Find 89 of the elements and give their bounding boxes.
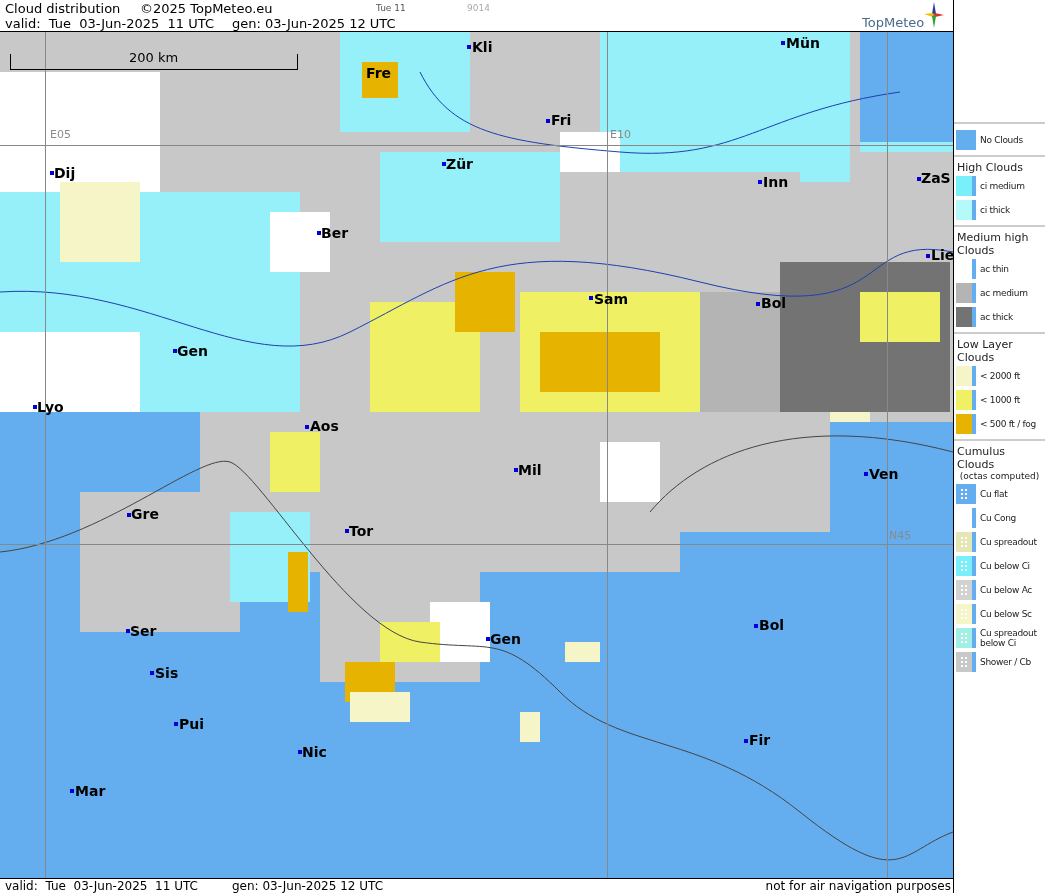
city-label: Lyo bbox=[37, 400, 64, 414]
logo-text: TopMeteo bbox=[862, 15, 925, 30]
map-title: Cloud distribution bbox=[5, 1, 121, 16]
city-marker bbox=[345, 529, 349, 533]
grid-label: N45 bbox=[889, 530, 912, 542]
legend-label: ac thick bbox=[980, 312, 1013, 322]
city-marker bbox=[486, 637, 490, 641]
city-label: Gre bbox=[131, 507, 159, 521]
city-marker bbox=[174, 722, 178, 726]
city-marker bbox=[33, 405, 37, 409]
city-label: Fri bbox=[551, 113, 572, 127]
city-marker bbox=[305, 425, 309, 429]
city-label: Dij bbox=[54, 166, 76, 180]
legend-label: Cu Cong bbox=[980, 513, 1016, 523]
legend-label: ac thin bbox=[980, 264, 1009, 274]
city-label: Zür bbox=[446, 157, 474, 171]
city-label: Bol bbox=[759, 618, 785, 632]
city-label: Gen bbox=[490, 632, 521, 646]
legend-label: No Clouds bbox=[980, 135, 1023, 145]
city-label: Inn bbox=[763, 175, 789, 189]
city-label: Bol bbox=[761, 296, 787, 310]
legend-heading: Low Layer Clouds bbox=[956, 338, 1014, 364]
city-label: ZaS bbox=[921, 171, 951, 185]
city-marker bbox=[864, 472, 868, 476]
city-marker bbox=[298, 750, 302, 754]
disclaimer-text: not for air navigation purposes bbox=[765, 879, 951, 893]
city-label: Pui bbox=[179, 717, 205, 731]
copyright-text: ©2025 TopMeteo.eu bbox=[140, 1, 273, 16]
legend-label: ci thick bbox=[980, 205, 1010, 215]
valid-time: valid: Tue 03-Jun-2025 11 UTC bbox=[5, 16, 214, 31]
legend-label: ci medium bbox=[980, 181, 1025, 191]
city-label: Fre bbox=[366, 66, 392, 80]
legend-label: Cu below Ci bbox=[980, 561, 1030, 571]
time-code: Tue 11 bbox=[376, 3, 406, 14]
city-label: Fir bbox=[749, 733, 771, 747]
run-code: 9014 bbox=[467, 3, 490, 14]
city-marker bbox=[126, 629, 130, 633]
legend-label: Cu below Sc bbox=[980, 609, 1032, 619]
city-marker bbox=[758, 180, 762, 184]
city-marker bbox=[926, 254, 930, 258]
compass-star-icon bbox=[924, 2, 944, 28]
city-marker bbox=[546, 119, 550, 123]
legend-label: Cu flat bbox=[980, 489, 1008, 499]
legend-label: Shower / Cb bbox=[980, 657, 1031, 667]
city-label: Ven bbox=[869, 467, 899, 481]
legend-label: ac medium bbox=[980, 288, 1028, 298]
city-marker bbox=[467, 45, 471, 49]
city-label: Sis bbox=[155, 666, 179, 680]
city-label: Ser bbox=[130, 624, 157, 638]
city-marker bbox=[589, 296, 593, 300]
city-label: Tor bbox=[349, 524, 374, 538]
generated-time: gen: 03-Jun-2025 12 UTC bbox=[232, 879, 384, 893]
city-marker bbox=[442, 162, 446, 166]
city-label: Kli bbox=[472, 40, 493, 54]
grid-label: E05 bbox=[50, 129, 71, 141]
city-label: Ber bbox=[321, 226, 349, 240]
city-marker bbox=[514, 468, 518, 472]
city-label: Sam bbox=[594, 292, 629, 306]
legend-label: Cu spreadout below Ci bbox=[980, 628, 1038, 648]
city-marker bbox=[756, 302, 760, 306]
city-label: Lie bbox=[931, 248, 953, 262]
generated-time: gen: 03-Jun-2025 12 UTC bbox=[232, 16, 396, 31]
city-marker bbox=[173, 349, 177, 353]
city-marker bbox=[317, 231, 321, 235]
city-marker bbox=[744, 739, 748, 743]
city-label: Mar bbox=[75, 784, 106, 798]
valid-time: valid: Tue 03-Jun-2025 11 UTC bbox=[5, 879, 198, 893]
legend-label: Cu below Ac bbox=[980, 585, 1032, 595]
legend-label: Cu spreadout bbox=[980, 537, 1037, 547]
legend-label: < 2000 ft bbox=[980, 371, 1020, 381]
city-label: Mün bbox=[786, 36, 820, 50]
city-marker bbox=[781, 41, 785, 45]
legend-heading: Medium high Clouds bbox=[956, 231, 1030, 257]
legend-heading: High Clouds bbox=[956, 161, 1024, 174]
city-label: Aos bbox=[310, 419, 339, 433]
city-marker bbox=[150, 671, 154, 675]
legend-heading: Cumulus Clouds bbox=[956, 445, 1007, 471]
city-marker bbox=[917, 177, 921, 181]
city-marker bbox=[127, 513, 131, 517]
city-label: Gen bbox=[177, 344, 208, 358]
legend-label: < 1000 ft bbox=[980, 395, 1020, 405]
city-label: Mil bbox=[518, 463, 542, 477]
legend-label: < 500 ft / fog bbox=[980, 419, 1036, 429]
city-marker bbox=[50, 171, 54, 175]
city-marker bbox=[70, 789, 74, 793]
city-label: Nic bbox=[302, 745, 327, 759]
scale-bar: 200 km bbox=[10, 54, 298, 70]
legend-note: (octas computed) bbox=[958, 471, 1041, 482]
city-marker bbox=[754, 624, 758, 628]
